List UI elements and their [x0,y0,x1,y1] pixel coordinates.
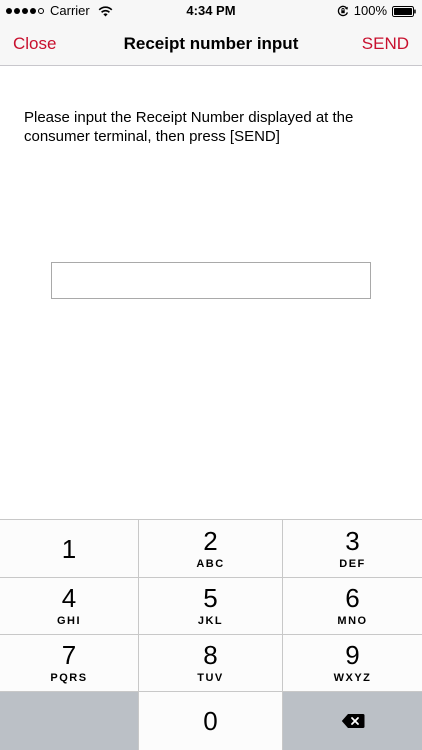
key-letters: DEF [339,557,366,570]
key-digit: 8 [203,640,218,670]
key-digit: 5 [203,583,218,613]
signal-dots-icon [6,8,44,14]
key-digit: 1 [61,533,77,564]
key-1[interactable]: 1 [0,519,139,577]
key-6[interactable]: 6 MNO [283,577,422,634]
key-letters: GHI [56,615,82,627]
key-letters: TUV [197,672,224,684]
signal-dot [22,8,28,14]
key-letters: MNO [337,615,368,627]
rotation-lock-icon [337,5,348,17]
key-blank [0,691,139,750]
key-letters: ABC [196,557,225,570]
key-5[interactable]: 5 JKL [139,577,283,634]
key-digit: 0 [203,706,218,736]
status-left: Carrier [6,4,113,18]
battery-percent: 100% [353,3,387,18]
instructions-text: Please input the Receipt Number displaye… [24,109,354,145]
key-letters: PQRS [50,672,88,684]
key-9[interactable]: 9 WXYZ [283,634,422,691]
carrier-name: Carrier [50,3,90,18]
key-digit: 7 [61,640,77,670]
close-button[interactable]: Close [13,22,56,65]
signal-dot-empty [38,8,44,14]
key-3[interactable]: 3 DEF [283,519,422,577]
key-2[interactable]: 2 ABC [139,519,283,577]
signal-dot [30,8,36,14]
key-digit: 9 [345,640,360,670]
page-title: Receipt number input [123,34,299,53]
send-button[interactable]: SEND [362,22,409,65]
key-digit: 4 [61,583,77,613]
key-0[interactable]: 0 [139,691,283,750]
key-letters: JKL [197,615,224,627]
receipt-number-input[interactable] [51,262,371,299]
delete-key[interactable] [283,691,422,750]
status-right: 100% [337,4,416,18]
signal-dot [14,8,20,14]
wifi-icon [98,5,113,16]
signal-dot [6,8,12,14]
key-letters: WXYZ [333,672,372,684]
status-bar: Carrier 4:34 PM 100% [0,0,422,22]
key-digit: 2 [203,525,218,556]
key-digit: 6 [345,583,360,613]
key-4[interactable]: 4 GHI [0,577,139,634]
key-7[interactable]: 7 PQRS [0,634,139,691]
key-8[interactable]: 8 TUV [139,634,283,691]
numeric-keypad: 1 2 ABC 3 DEF 4 GHI 5 JKL 6 MNO 7 PQRS 8… [0,519,422,750]
navigation-bar: Close Receipt number input SEND [0,22,422,66]
key-digit: 3 [345,525,360,556]
backspace-icon [341,714,364,728]
battery-icon [392,5,416,17]
